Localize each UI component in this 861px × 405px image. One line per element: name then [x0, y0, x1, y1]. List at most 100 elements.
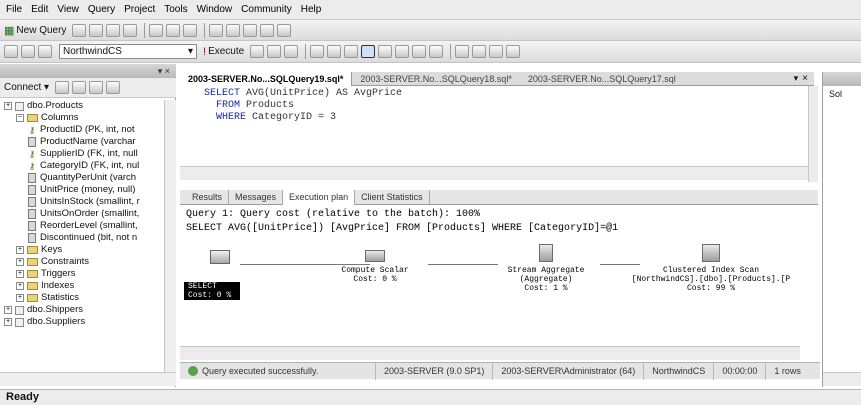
tab-sqlquery19[interactable]: 2003-SERVER.No...SQLQuery19.sql*: [180, 71, 353, 86]
expand-icon[interactable]: +: [4, 102, 12, 110]
solution-item[interactable]: Sol: [829, 89, 842, 99]
results-to-text-icon[interactable]: [395, 45, 410, 58]
pin-icon[interactable]: ▾ ×: [158, 66, 170, 77]
refresh-icon[interactable]: [106, 81, 121, 94]
expand-icon[interactable]: +: [16, 246, 24, 254]
expand-icon[interactable]: +: [16, 270, 24, 278]
toolbar-separator: [144, 22, 146, 38]
cancel-query-icon[interactable]: [267, 45, 282, 58]
template-explorer-icon[interactable]: [243, 23, 258, 37]
toolbox-icon[interactable]: [277, 23, 292, 37]
object-explorer-horizontal-scrollbar[interactable]: [0, 372, 176, 386]
new-query-button[interactable]: ▦ New Query: [4, 24, 66, 37]
tab-list-icon[interactable]: ▾: [794, 73, 799, 84]
client-statistics-icon[interactable]: [378, 45, 393, 58]
expand-icon[interactable]: +: [4, 318, 12, 326]
stop-icon[interactable]: [72, 81, 87, 94]
editor-vertical-scrollbar[interactable]: [808, 86, 818, 182]
save-icon[interactable]: [166, 23, 181, 37]
connect-label: Connect: [4, 82, 42, 93]
results-to-grid-icon[interactable]: [412, 45, 427, 58]
include-actual-plan-icon[interactable]: [361, 45, 376, 58]
intellisense-icon[interactable]: [344, 45, 359, 58]
tree-node[interactable]: + Keys: [0, 244, 164, 256]
tab-results[interactable]: Results: [186, 189, 230, 205]
connect-dropdown[interactable]: Connect ▾: [4, 82, 49, 93]
menu-window[interactable]: Window: [197, 4, 233, 15]
object-explorer-vertical-scrollbar[interactable]: [164, 100, 176, 372]
open-file-icon[interactable]: [149, 23, 164, 37]
stream-aggregate-operator[interactable]: Stream Aggregate (Aggregate) Cost: 1 %: [496, 244, 596, 293]
editor-horizontal-scrollbar[interactable]: [180, 166, 808, 180]
object-explorer-icon[interactable]: [226, 23, 241, 37]
tree-node[interactable]: QuantityPerUnit (varch: [0, 172, 164, 184]
tree-node[interactable]: ⚷ ProductID (PK, int, not: [0, 124, 164, 136]
tab-sqlquery18[interactable]: 2003-SERVER.No...SQLQuery18.sql*: [352, 72, 519, 86]
toolbar-separator: [305, 44, 307, 59]
tab-client-statistics[interactable]: Client Statistics: [355, 189, 430, 205]
menu-view[interactable]: View: [57, 4, 79, 15]
database-select[interactable]: NorthwindCS ▾: [59, 44, 197, 59]
tree-node[interactable]: UnitPrice (money, null): [0, 184, 164, 196]
tree-node[interactable]: ⚷ CategoryID (FK, int, nul: [0, 160, 164, 172]
expand-icon[interactable]: +: [16, 294, 24, 302]
mdx-query-icon[interactable]: [106, 23, 121, 37]
filter-icon[interactable]: [89, 81, 104, 94]
tree-node[interactable]: Discontinued (bit, not n: [0, 232, 164, 244]
tab-sqlquery17[interactable]: 2003-SERVER.No...SQLQuery17.sql: [520, 72, 684, 86]
change-connection-icon[interactable]: [21, 45, 35, 58]
comment-icon[interactable]: [455, 45, 470, 58]
disconnect-icon[interactable]: [55, 81, 70, 94]
tree-node[interactable]: + Indexes: [0, 280, 164, 292]
expand-icon[interactable]: +: [16, 258, 24, 266]
tree-node[interactable]: ReorderLevel (smallint,: [0, 220, 164, 232]
tree-node[interactable]: + dbo.Shippers: [0, 304, 164, 316]
database-engine-query-icon[interactable]: [72, 23, 87, 37]
tree-node[interactable]: + Constraints: [0, 256, 164, 268]
expand-icon[interactable]: +: [4, 306, 12, 314]
xmla-query-icon[interactable]: [123, 23, 138, 37]
tree-node[interactable]: + Statistics: [0, 292, 164, 304]
menu-tools[interactable]: Tools: [164, 4, 187, 15]
menu-query[interactable]: Query: [88, 4, 115, 15]
tree-node[interactable]: − Columns: [0, 112, 164, 124]
results-to-file-icon[interactable]: [429, 45, 444, 58]
tree-node[interactable]: + dbo.Suppliers: [0, 316, 164, 328]
analysis-query-icon[interactable]: [89, 23, 104, 37]
debug-icon[interactable]: [250, 45, 265, 58]
tree-node[interactable]: UnitsInStock (smallint, r: [0, 196, 164, 208]
tree-node[interactable]: + Triggers: [0, 268, 164, 280]
uncomment-icon[interactable]: [472, 45, 487, 58]
execute-button[interactable]: ! Execute: [203, 46, 244, 58]
expand-icon[interactable]: +: [16, 282, 24, 290]
increase-indent-icon[interactable]: [506, 45, 521, 58]
plan-horizontal-scrollbar[interactable]: [180, 346, 800, 360]
menu-project[interactable]: Project: [124, 4, 155, 15]
query-options-icon[interactable]: [327, 45, 342, 58]
parse-icon[interactable]: [284, 45, 299, 58]
tree-node[interactable]: UnitsOnOrder (smallint,: [0, 208, 164, 220]
tree-node[interactable]: ⚷ SupplierID (FK, int, null: [0, 148, 164, 160]
decrease-indent-icon[interactable]: [489, 45, 504, 58]
menu-community[interactable]: Community: [241, 4, 292, 15]
tree-node[interactable]: + dbo.Products: [0, 100, 164, 112]
menu-help[interactable]: Help: [301, 4, 322, 15]
disconnect-icon[interactable]: [38, 45, 52, 58]
collapse-icon[interactable]: −: [16, 114, 24, 122]
tab-messages[interactable]: Messages: [229, 189, 284, 205]
registered-servers-icon[interactable]: [209, 23, 224, 37]
display-estimated-plan-icon[interactable]: [310, 45, 325, 58]
select-operator[interactable]: SELECT Cost: 0 %: [184, 282, 240, 300]
solution-horizontal-scrollbar[interactable]: [823, 372, 861, 386]
compute-scalar-operator[interactable]: Compute Scalar Cost: 0 %: [330, 250, 420, 284]
clustered-index-scan-operator[interactable]: Clustered Index Scan [NorthwindCS].[dbo]…: [626, 244, 796, 293]
select-operator-icon[interactable]: [210, 250, 230, 264]
properties-window-icon[interactable]: [260, 23, 275, 37]
close-icon[interactable]: ×: [802, 73, 808, 84]
save-all-icon[interactable]: [183, 23, 198, 37]
menu-file[interactable]: File: [6, 4, 22, 15]
tree-node[interactable]: ProductName (varchar: [0, 136, 164, 148]
connect-icon[interactable]: [4, 45, 18, 58]
menu-edit[interactable]: Edit: [31, 4, 48, 15]
tab-execution-plan[interactable]: Execution plan: [283, 189, 356, 205]
